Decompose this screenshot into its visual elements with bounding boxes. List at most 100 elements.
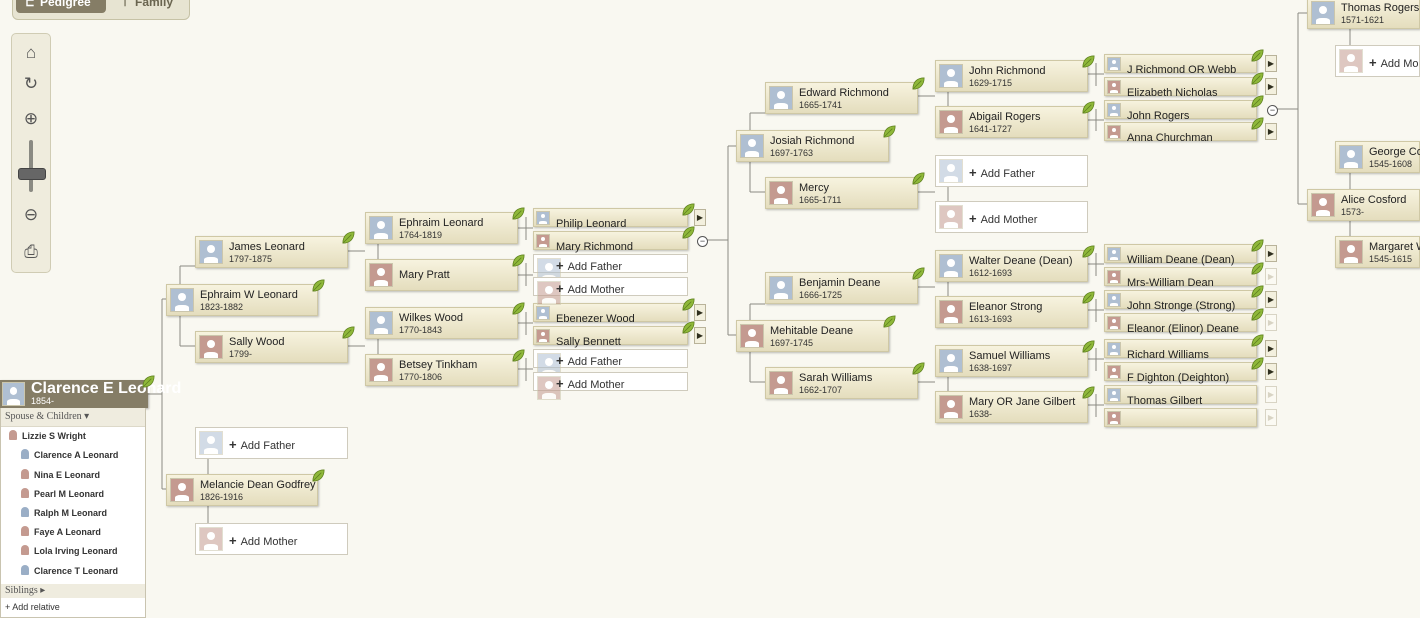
expand-arrow-icon[interactable]: ▶ [1265, 78, 1277, 95]
leaf-hint-icon[interactable] [511, 301, 526, 316]
spouse-children-header[interactable]: Spouse & Children ▾ [1, 408, 145, 427]
leaf-hint-icon[interactable] [141, 374, 156, 389]
expand-arrow-icon[interactable]: ▶ [1265, 123, 1277, 140]
spouse-item[interactable]: Lizzie S Wright [9, 428, 86, 444]
expand-arrow-icon[interactable]: ▶ [1265, 340, 1277, 357]
person-card[interactable]: George Co 1545-1608 [1335, 141, 1420, 173]
leaf-hint-icon[interactable] [1250, 48, 1265, 63]
leaf-hint-icon[interactable] [1250, 116, 1265, 131]
person-card[interactable]: Thomas Gilbert [1104, 385, 1257, 407]
leaf-hint-icon[interactable] [1250, 356, 1265, 371]
expand-arrow-icon[interactable]: ▶ [1265, 363, 1277, 380]
leaf-hint-icon[interactable] [311, 278, 326, 293]
add-relative-link[interactable]: + Add relative [5, 602, 60, 612]
zoom-in-icon[interactable]: ⊕ [18, 108, 44, 130]
person-card[interactable]: Benjamin Deane 1666-1725 [765, 267, 925, 304]
leaf-hint-icon[interactable] [911, 266, 926, 281]
person-card[interactable]: Ebenezer Wood [533, 298, 695, 325]
leaf-hint-icon[interactable] [341, 230, 356, 245]
person-card[interactable]: Eleanor (Elinor) Deane [1104, 308, 1264, 335]
person-card[interactable]: Wilkes Wood 1770-1843 [365, 302, 525, 339]
leaf-hint-icon[interactable] [511, 253, 526, 268]
person-card[interactable]: Anna Churchman [1104, 117, 1264, 144]
person-card[interactable]: Abigail Rogers 1641-1727 [935, 101, 1095, 138]
person-card[interactable]: Samuel Williams 1638-1697 [935, 340, 1095, 377]
expand-arrow-icon[interactable]: ▶ [1265, 245, 1277, 262]
leaf-hint-icon[interactable] [311, 468, 326, 483]
leaf-hint-icon[interactable] [911, 361, 926, 376]
person-card[interactable]: Ephraim W Leonard 1823-1882 [166, 279, 325, 316]
person-card[interactable]: Alice Cosford 1573- [1307, 189, 1420, 221]
expand-arrow-icon[interactable]: ▶ [694, 304, 706, 321]
person-card[interactable]: John Richmond 1629-1715 [935, 55, 1095, 92]
child-item[interactable]: Pearl M Leonard [21, 486, 104, 502]
person-card[interactable]: Walter Deane (Dean) 1612-1693 [935, 245, 1095, 282]
leaf-hint-icon[interactable] [511, 348, 526, 363]
expand-arrow-icon[interactable]: ▶ [1265, 314, 1277, 331]
person-card[interactable]: Richard Williams [1104, 334, 1264, 361]
root-person-card[interactable]: Clarence E Leonard 1854- [0, 375, 181, 408]
leaf-hint-icon[interactable] [911, 76, 926, 91]
expand-arrow-icon[interactable]: ▶ [694, 327, 706, 344]
expand-arrow-icon[interactable]: ▶ [694, 209, 706, 226]
collapse-icon[interactable]: − [697, 236, 708, 247]
add-father-button[interactable]: + Add Father [533, 349, 688, 377]
leaf-hint-icon[interactable] [1081, 339, 1096, 354]
leaf-hint-icon[interactable] [882, 124, 897, 139]
person-card[interactable]: William Deane (Dean) [1104, 239, 1264, 266]
child-item[interactable]: Faye A Leonard [21, 524, 101, 540]
leaf-hint-icon[interactable] [1250, 238, 1265, 253]
person-card[interactable]: Betsey Tinkham 1770-1806 [365, 349, 525, 386]
add-mother-button[interactable]: + Add Mother [935, 201, 1088, 233]
add-mother-button[interactable]: + Add Mother [533, 372, 688, 400]
leaf-hint-icon[interactable] [1081, 100, 1096, 115]
add-father-button[interactable]: + Add Father [533, 254, 688, 282]
person-card[interactable]: James Leonard 1797-1875 [195, 231, 355, 268]
siblings-toggle[interactable]: Siblings ▸ [1, 584, 145, 598]
leaf-hint-icon[interactable] [1250, 307, 1265, 322]
add-mother-button[interactable]: + Add Mother [195, 523, 348, 555]
person-card[interactable]: Josiah Richmond 1697-1763 [736, 125, 896, 162]
person-card[interactable]: Melancie Dean Godfrey 1826-1916 [166, 469, 325, 506]
child-item[interactable]: Lola Irving Leonard [21, 543, 118, 559]
person-card[interactable]: Elizabeth Nicholas [1104, 72, 1264, 99]
expand-arrow-icon[interactable]: ▶ [1265, 409, 1277, 426]
leaf-hint-icon[interactable] [1250, 71, 1265, 86]
leaf-hint-icon[interactable] [1250, 94, 1265, 109]
leaf-hint-icon[interactable] [1081, 244, 1096, 259]
expand-arrow-icon[interactable]: ▶ [1265, 55, 1277, 72]
print-icon[interactable]: ⎙ [18, 241, 44, 263]
zoom-out-icon[interactable]: ⊖ [18, 204, 44, 226]
add-mother-button[interactable]: + Add Mother [533, 277, 688, 305]
person-card[interactable]: J Richmond OR Webb [1104, 49, 1264, 76]
add-father-button[interactable]: + Add Father [195, 427, 348, 459]
person-card[interactable]: John Stronge (Strong) [1104, 285, 1264, 312]
leaf-hint-icon[interactable] [882, 314, 897, 329]
person-card[interactable]: Sally Wood 1799- [195, 326, 355, 363]
person-card[interactable]: Eleanor Strong 1613-1693 [935, 291, 1095, 328]
leaf-hint-icon[interactable] [1081, 54, 1096, 69]
person-card[interactable]: Thomas Rogers 1571-1621 [1307, 0, 1420, 29]
person-card[interactable]: Mary Pratt [365, 254, 525, 291]
leaf-hint-icon[interactable] [681, 225, 696, 240]
person-card[interactable]: Ephraim Leonard 1764-1819 [365, 207, 525, 244]
person-card[interactable]: Sarah Williams 1662-1707 [765, 362, 925, 399]
collapse-icon[interactable]: − [1267, 105, 1278, 116]
person-card[interactable]: F Dighton (Deighton) [1104, 357, 1264, 384]
leaf-hint-icon[interactable] [1081, 290, 1096, 305]
person-card[interactable]: Philip Leonard [533, 203, 695, 230]
add-mother-button[interactable]: + Add Mo [1335, 45, 1420, 77]
child-item[interactable]: Ralph M Leonard [21, 505, 107, 521]
zoom-slider-track[interactable] [29, 140, 33, 192]
leaf-hint-icon[interactable] [511, 206, 526, 221]
person-card[interactable]: Mrs-William Dean [1104, 262, 1264, 289]
child-item[interactable]: Clarence A Leonard [21, 447, 118, 463]
child-item[interactable]: Clarence T Leonard [21, 563, 118, 579]
leaf-hint-icon[interactable] [1250, 333, 1265, 348]
leaf-hint-icon[interactable] [1250, 284, 1265, 299]
leaf-hint-icon[interactable] [1250, 261, 1265, 276]
refresh-icon[interactable]: ↻ [18, 73, 44, 95]
person-card[interactable]: Mehitable Deane 1697-1745 [736, 315, 896, 352]
person-card[interactable]: Mary OR Jane Gilbert 1638- [935, 386, 1095, 423]
person-card[interactable]: Mary Richmond [533, 226, 695, 253]
